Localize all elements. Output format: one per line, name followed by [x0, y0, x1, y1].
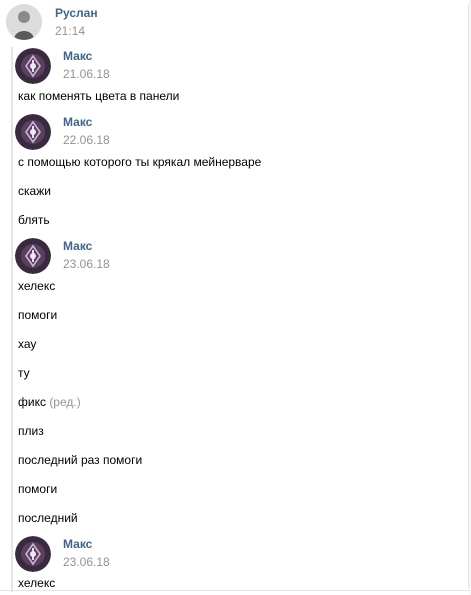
- avatar-icon: [15, 536, 51, 572]
- message-text: блять: [18, 213, 50, 227]
- avatar-icon: [15, 238, 51, 274]
- avatar[interactable]: [15, 48, 51, 84]
- panel-border: [0, 590, 471, 591]
- message-date[interactable]: 23.06.18: [63, 257, 110, 271]
- avatar[interactable]: [6, 4, 42, 40]
- message-text: помоги: [18, 482, 58, 496]
- message-text: ту: [18, 366, 30, 380]
- avatar-icon: [15, 48, 51, 84]
- panel-border: [468, 4, 469, 589]
- message-text: фикс: [18, 395, 46, 409]
- forwarded-author-header: Руслан 21:14: [0, 0, 471, 44]
- message-date[interactable]: 21.06.18: [63, 67, 110, 81]
- avatar-photo-icon: [6, 4, 42, 40]
- author-name[interactable]: Макс: [63, 115, 92, 129]
- message-text: помоги: [18, 308, 58, 322]
- message-text: последний раз помоги: [18, 453, 143, 467]
- edited-message: фикс (ред.): [18, 395, 81, 409]
- message-text: скажи: [18, 184, 51, 198]
- message-time[interactable]: 21:14: [55, 24, 85, 38]
- author-name[interactable]: Макс: [63, 239, 92, 253]
- message-text: как поменять цвета в панели: [18, 89, 180, 103]
- quote-bar: [11, 47, 13, 592]
- edited-label[interactable]: (ред.): [49, 395, 80, 409]
- message-text: последний: [18, 511, 78, 525]
- message-text: с помощью которого ты крякал мейнерваре: [18, 155, 262, 169]
- avatar[interactable]: [15, 114, 51, 150]
- avatar[interactable]: [15, 536, 51, 572]
- message-text: хау: [18, 337, 37, 351]
- author-name[interactable]: Руслан: [55, 6, 98, 20]
- avatar-icon: [15, 114, 51, 150]
- author-name[interactable]: Макс: [63, 537, 92, 551]
- message-date[interactable]: 23.06.18: [63, 555, 110, 569]
- message-text: хелекс: [18, 279, 56, 293]
- message-date[interactable]: 22.06.18: [63, 133, 110, 147]
- forwarded-messages: Макс 21.06.18 как поменять цвета в панел…: [7, 44, 469, 595]
- avatar[interactable]: [15, 238, 51, 274]
- author-name[interactable]: Макс: [63, 49, 92, 63]
- message-text: плиз: [18, 424, 44, 438]
- message-thread-view: Руслан 21:14 Макс 21.06.18 как поменять …: [0, 0, 471, 595]
- message-text: хелекс: [18, 576, 56, 590]
